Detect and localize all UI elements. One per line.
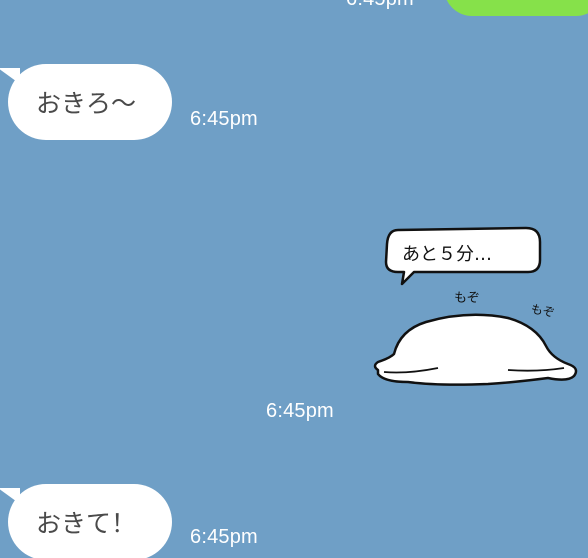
message-text: おきろ〜 [36, 89, 137, 118]
incoming-message-bubble[interactable]: おきろ〜 [8, 64, 172, 140]
chat-view: 6:45pm おきろ〜 6:45pm あと５分… もぞ もぞ 6:45pm おき… [0, 0, 588, 558]
incoming-message-bubble[interactable]: おきて！ [8, 484, 172, 558]
outgoing-message-bubble[interactable] [444, 0, 588, 16]
message-timestamp: 6:45pm [190, 526, 258, 548]
sticker-sfx-label: もぞ [454, 291, 480, 306]
message-timestamp: 6:45pm [346, 0, 414, 11]
message-timestamp: 6:45pm [266, 400, 334, 422]
message-text: おきて！ [36, 509, 137, 538]
sticker-image: あと５分… もぞ もぞ [373, 226, 578, 386]
sticker-speech-text: あと５分… [402, 244, 492, 265]
sticker-sfx-label: もぞ [530, 302, 556, 320]
sticker-blanket[interactable]: あと５分… もぞ もぞ [368, 222, 582, 394]
message-timestamp: 6:45pm [190, 108, 258, 130]
